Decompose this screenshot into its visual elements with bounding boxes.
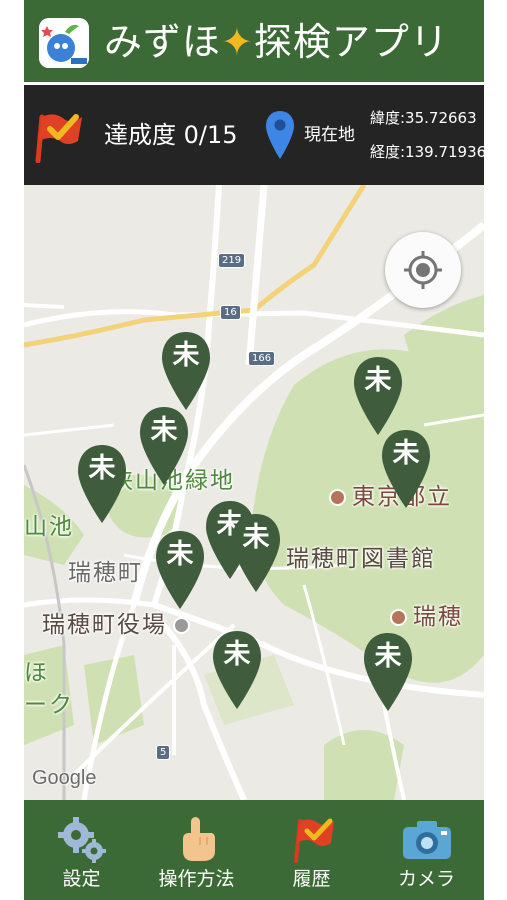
location-marker[interactable]: 未	[230, 512, 282, 594]
road-badge-16: 16	[220, 305, 241, 320]
app-title: みずほ✦探検アプリ	[104, 17, 449, 67]
marker-label: 未	[150, 415, 178, 446]
nav-settings-label: 設定	[62, 868, 101, 890]
marker-label: 未	[242, 522, 270, 553]
left-ho-label-text: ほ	[24, 660, 49, 686]
app-header: みずほ✦探検アプリ	[24, 0, 484, 85]
pond-label-text: 山池	[24, 514, 74, 540]
map-label-left-ho: ほ	[24, 653, 49, 687]
map-label-mizuho-right: 瑞穂	[390, 597, 463, 631]
map-label-pond: 山池	[24, 507, 74, 541]
longitude-text: 経度:139.71936	[370, 143, 484, 161]
gear-icon	[58, 817, 106, 863]
town-office-label-text: 瑞穂町役場	[42, 612, 167, 638]
marker-label: 未	[392, 438, 420, 469]
flag-icon	[294, 818, 334, 863]
bottom-navigation: 設定 操作方法 履歴 カメラ	[24, 800, 484, 900]
road-badge-166: 166	[248, 351, 276, 366]
map-label-left-ku: ーク	[24, 685, 74, 719]
app-screen: みずほ✦探検アプリ 達成度 0/15 現在地 緯度:35.72663 経度:13…	[24, 0, 484, 900]
pointing-hand-icon	[183, 817, 215, 861]
poi-icon	[390, 609, 407, 626]
mizuho-right-label-text: 瑞穂	[413, 604, 463, 630]
sparkle-icon: ✦	[221, 20, 254, 64]
marker-label: 未	[223, 639, 251, 670]
poi-icon	[329, 489, 346, 506]
map-label-mizuho-left: 瑞穂町	[68, 553, 143, 587]
location-marker[interactable]: 未	[76, 443, 128, 525]
flag-icon	[35, 114, 82, 163]
marker-label: 未	[88, 453, 116, 484]
nav-history-button[interactable]: 履歴	[254, 800, 369, 900]
status-bar: 達成度 0/15 現在地 緯度:35.72663 経度:139.71936	[24, 85, 484, 185]
location-marker[interactable]: 未	[154, 529, 206, 611]
location-marker[interactable]: 未	[362, 631, 414, 713]
left-ku-label-text: ーク	[24, 692, 74, 718]
road-badge-219: 219	[218, 253, 246, 268]
title-text: みずほ	[104, 20, 222, 64]
current-location-label: 現在地	[304, 125, 355, 145]
location-marker[interactable]: 未	[352, 355, 404, 437]
road-badge-5: 5	[156, 745, 171, 760]
map-view[interactable]: 219 16 166 5 狭山池緑地 山池 東京都立 瑞穂町図書館 瑞穂町 瑞穂…	[24, 185, 484, 800]
crosshair-icon	[404, 251, 442, 289]
poi-icon	[173, 617, 190, 634]
mizuho-left-label-text: 瑞穂町	[68, 560, 143, 586]
location-pin-icon	[266, 111, 294, 159]
latitude-text: 緯度:35.72663	[370, 109, 477, 127]
nav-howto-label: 操作方法	[158, 868, 235, 890]
nav-camera-button[interactable]: カメラ	[369, 800, 484, 900]
nav-settings-button[interactable]: 設定	[24, 800, 139, 900]
marker-label: 未	[172, 340, 200, 371]
location-marker[interactable]: 未	[138, 405, 190, 487]
location-marker[interactable]: 未	[380, 428, 432, 510]
camera-icon	[403, 821, 451, 859]
marker-label: 未	[374, 641, 402, 672]
title-text-rest: 探検アプリ	[253, 20, 449, 64]
location-marker[interactable]: 未	[160, 330, 212, 412]
nav-howto-button[interactable]: 操作方法	[139, 800, 254, 900]
google-attribution: Google	[32, 767, 97, 789]
library-label-text: 瑞穂町図書館	[286, 546, 436, 572]
mizuho-character-logo-icon	[39, 18, 89, 68]
marker-label: 未	[364, 365, 392, 396]
progress-text: 達成度 0/15	[104, 121, 238, 149]
marker-label: 未	[166, 539, 194, 570]
nav-camera-label: カメラ	[397, 868, 455, 890]
my-location-button[interactable]	[385, 232, 461, 308]
map-label-library: 瑞穂町図書館	[286, 539, 436, 573]
location-marker[interactable]: 未	[211, 629, 263, 711]
nav-history-label: 履歴	[292, 868, 331, 890]
